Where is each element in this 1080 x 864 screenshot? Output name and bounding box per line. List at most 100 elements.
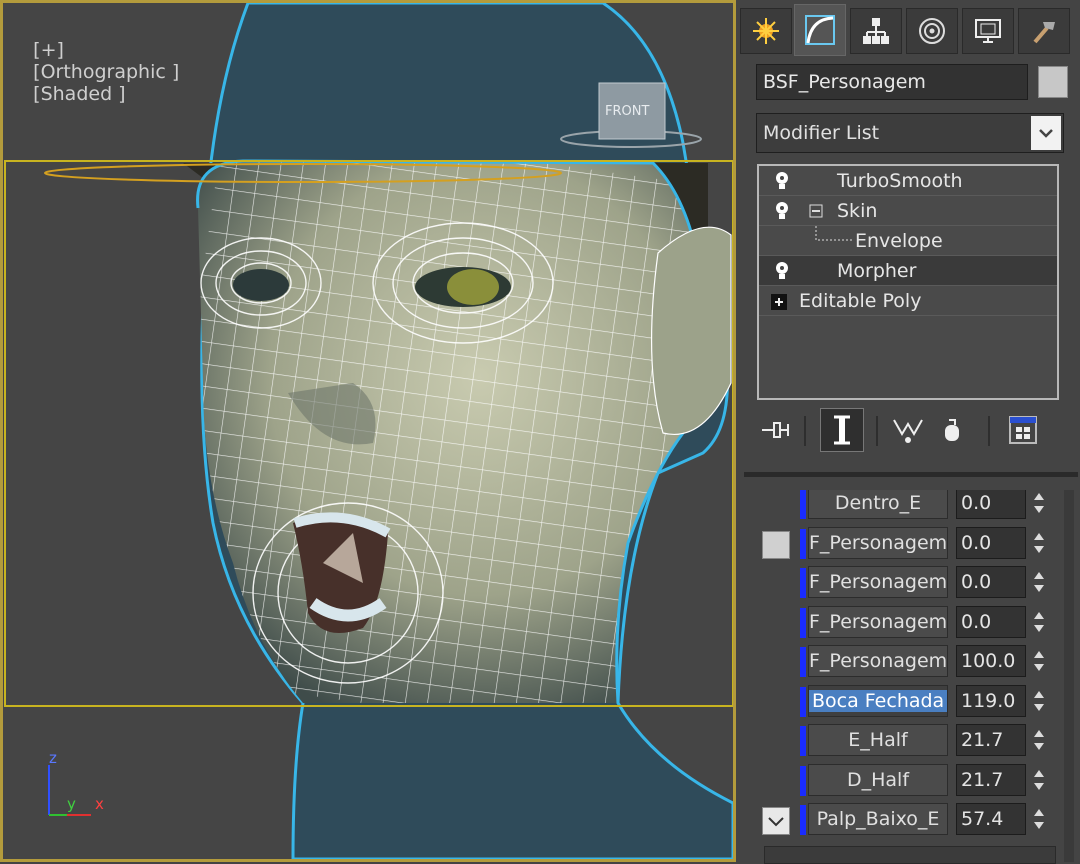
- channel-name-button[interactable]: F_Personagem0: [808, 605, 948, 638]
- viewcube-front-label: FRONT: [605, 104, 649, 119]
- channel-value-field[interactable]: 0.0: [956, 490, 1026, 519]
- stack-item-skin[interactable]: Skin: [759, 196, 1057, 226]
- lightbulb-icon[interactable]: [773, 261, 791, 281]
- chevron-down-icon[interactable]: [1031, 116, 1061, 150]
- modifier-list-dropdown[interactable]: Modifier List: [756, 113, 1064, 153]
- ear: [650, 226, 732, 435]
- hierarchy-tab[interactable]: [850, 8, 902, 54]
- collapse-minus-icon[interactable]: [809, 204, 823, 218]
- spinner-arrows-icon[interactable]: [1032, 529, 1046, 557]
- checkbox-checked[interactable]: [762, 807, 790, 835]
- channel-name-button[interactable]: F_Personagem0: [808, 645, 948, 677]
- channel-value-field[interactable]: 21.7: [956, 724, 1026, 756]
- remove-modifier-button[interactable]: [934, 412, 970, 448]
- channel-name-button[interactable]: F_Personagem0: [808, 526, 948, 559]
- spinner-arrows-icon[interactable]: [1032, 687, 1046, 715]
- channel-row[interactable]: F_Personagem0 0.0: [750, 526, 1062, 562]
- stack-subitem-envelope[interactable]: Envelope: [759, 226, 1057, 256]
- make-unique-button[interactable]: [890, 412, 926, 448]
- channel-name-button[interactable]: E_Half: [808, 724, 948, 756]
- channel-name: F_Personagem0: [809, 650, 948, 672]
- modify-tab[interactable]: [794, 4, 846, 56]
- axis-x-label: x: [95, 795, 104, 813]
- panel-scrollbar[interactable]: [1064, 490, 1074, 862]
- channel-active-marker: [800, 528, 806, 559]
- pin-stack-button[interactable]: [758, 412, 794, 448]
- axis-tripod: z y x: [48, 749, 104, 816]
- spinner-arrows-icon[interactable]: [1032, 490, 1046, 517]
- channel-value-field[interactable]: 0.0: [956, 605, 1026, 638]
- channel-row[interactable]: Palp_Baixo_E 57.4: [750, 802, 1062, 838]
- spinner-arrows-icon[interactable]: [1032, 726, 1046, 754]
- viewport-view-menu[interactable]: [Orthographic ]: [33, 61, 179, 83]
- spinner-arrows-icon[interactable]: [1032, 608, 1046, 636]
- channel-name-button[interactable]: F_Personagem0: [808, 566, 948, 598]
- viewport-shading-menu[interactable]: [Shaded ]: [33, 83, 125, 105]
- lightbulb-icon[interactable]: [773, 201, 791, 221]
- channel-value-field[interactable]: 21.7: [956, 763, 1026, 796]
- utilities-tab[interactable]: [1018, 8, 1070, 54]
- stack-item-morpher[interactable]: Morpher: [759, 256, 1057, 286]
- channel-row[interactable]: D_Half 21.7: [750, 763, 1062, 799]
- channel-active-marker: [800, 805, 806, 835]
- axis-z-label: z: [49, 749, 57, 767]
- display-tab[interactable]: [962, 8, 1014, 54]
- modifier-stack[interactable]: TurboSmooth Skin Envelope Morpher Editab…: [757, 164, 1059, 400]
- spinner-arrows-icon[interactable]: [1032, 766, 1046, 794]
- channel-active-marker: [800, 568, 806, 598]
- channel-active-marker: [800, 647, 806, 677]
- stack-toolbar: [756, 406, 1066, 454]
- toolbar-separator: [804, 416, 806, 446]
- command-panel: BSF_Personagem Modifier List TurboSmooth…: [736, 0, 1080, 864]
- object-color-swatch[interactable]: [1038, 66, 1068, 98]
- channel-name-button[interactable]: Palp_Baixo_E: [808, 803, 948, 835]
- channel-color-swatch[interactable]: [762, 530, 790, 559]
- channel-row[interactable]: F_Personagem0 100.0: [750, 644, 1062, 680]
- spinner-arrows-icon[interactable]: [1032, 647, 1046, 675]
- sun-star-icon: [753, 18, 779, 44]
- channel-row[interactable]: E_Half 21.7: [750, 723, 1062, 759]
- make-unique-icon: [893, 419, 923, 443]
- expand-plus-icon[interactable]: [771, 294, 787, 310]
- stack-item-turbosmooth[interactable]: TurboSmooth: [759, 166, 1057, 196]
- channel-row[interactable]: F_Personagem0 0.0: [750, 605, 1062, 641]
- channel-active-marker: [800, 490, 806, 519]
- channel-name: F_Personagem0: [809, 571, 948, 593]
- channel-active-marker: [800, 765, 806, 796]
- spinner-arrows-icon[interactable]: [1032, 805, 1046, 833]
- hierarchy-icon: [863, 18, 889, 44]
- channel-name-button[interactable]: Boca Fechada: [808, 684, 948, 717]
- stack-item-editable-poly[interactable]: Editable Poly: [759, 286, 1057, 316]
- motion-tab[interactable]: [906, 8, 958, 54]
- channel-name: Boca Fechada: [809, 689, 947, 712]
- channel-name: Dentro_E: [834, 492, 922, 514]
- viewport-orthographic[interactable]: FRONT z y x [+] [Orthographic ] [Shaded …: [0, 0, 736, 862]
- channel-value-field[interactable]: 100.0: [956, 645, 1026, 677]
- show-end-result-button[interactable]: [820, 408, 864, 452]
- curve-icon: [805, 15, 835, 45]
- channel-value-field[interactable]: 57.4: [956, 803, 1026, 835]
- channel-row[interactable]: Dentro_E 0.0: [750, 490, 1062, 522]
- channel-value-field[interactable]: 119.0: [956, 684, 1026, 717]
- stack-item-label: Skin: [837, 200, 878, 222]
- stack-item-label: Envelope: [855, 230, 943, 252]
- channel-value-field[interactable]: 0.0: [956, 526, 1026, 559]
- configure-modifier-sets-button[interactable]: [1006, 412, 1042, 448]
- channel-row[interactable]: Boca Fechada 119.0: [750, 684, 1062, 720]
- spinner-arrows-icon[interactable]: [1032, 568, 1046, 596]
- channel-active-marker: [800, 726, 806, 756]
- channel-value-field[interactable]: 0.0: [956, 566, 1026, 598]
- channel-active-marker: [800, 686, 806, 717]
- channel-name-button[interactable]: Dentro_E: [808, 490, 948, 519]
- create-tab[interactable]: [740, 8, 792, 54]
- object-name-field[interactable]: BSF_Personagem: [756, 64, 1028, 100]
- pin-icon: [762, 422, 789, 438]
- lightbulb-icon[interactable]: [773, 171, 791, 191]
- channel-row[interactable]: F_Personagem0 0.0: [750, 565, 1062, 601]
- configure-sets-icon: [1009, 416, 1037, 444]
- channel-name-button[interactable]: D_Half: [808, 763, 948, 796]
- viewport-scene[interactable]: FRONT z y x: [3, 3, 733, 859]
- viewport-plus-menu[interactable]: [+]: [33, 39, 64, 61]
- face-mesh: [197, 161, 706, 703]
- command-panel-tabs: [738, 4, 1076, 56]
